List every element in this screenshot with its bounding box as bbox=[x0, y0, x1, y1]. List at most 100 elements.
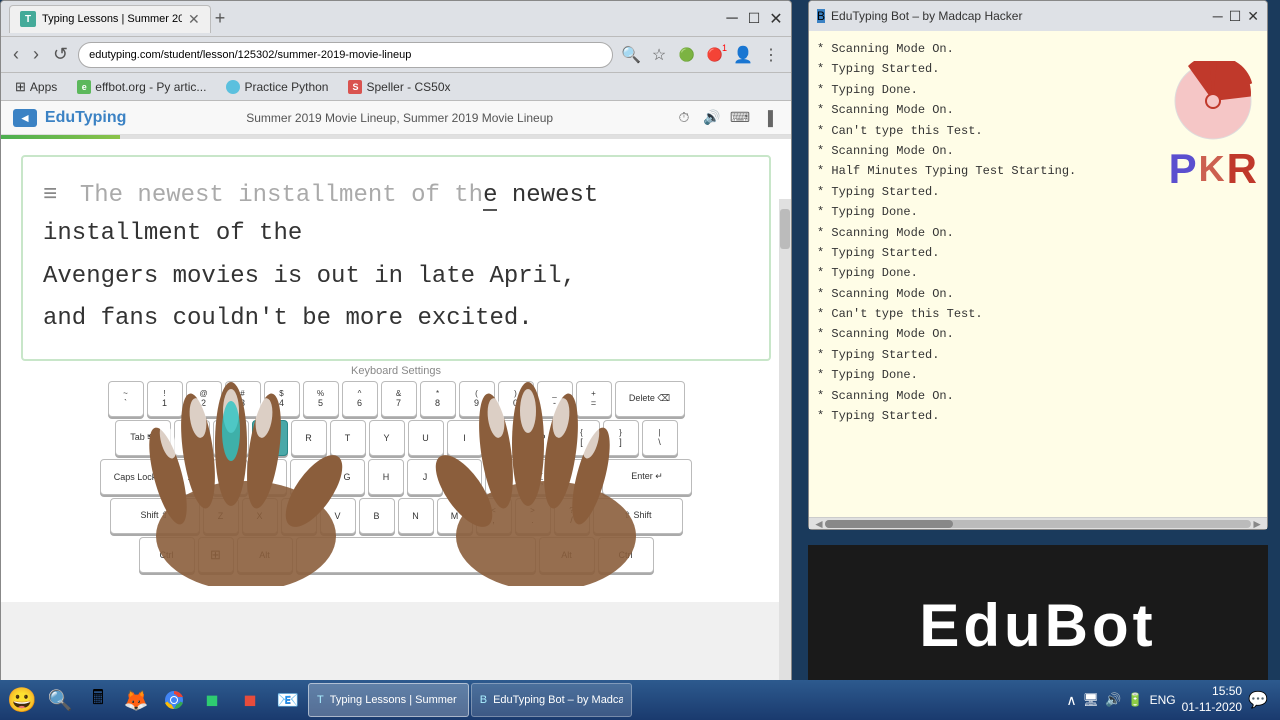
taskbar-start-btn[interactable]: 😀 bbox=[4, 682, 40, 718]
key-6[interactable]: ^6 bbox=[342, 381, 378, 417]
key-d[interactable]: D bbox=[251, 459, 287, 495]
key-shift-right[interactable]: ⇧ Shift bbox=[593, 498, 683, 534]
edu-back-btn[interactable]: ◄ bbox=[13, 109, 37, 127]
key-alt-right[interactable]: Alt bbox=[539, 537, 595, 573]
taskbar-codeblocks[interactable]: ◼ bbox=[194, 682, 230, 718]
key-a[interactable]: A bbox=[173, 459, 209, 495]
key-1[interactable]: !1 bbox=[147, 381, 183, 417]
key-2[interactable]: @2 bbox=[186, 381, 222, 417]
keyboard-settings-link[interactable]: Keyboard Settings bbox=[21, 365, 771, 377]
key-c[interactable]: C bbox=[281, 498, 317, 534]
bookmark-effbot[interactable]: e effbot.org - Py artic... bbox=[71, 78, 212, 96]
ext-icon1[interactable]: 🟢 bbox=[675, 43, 699, 67]
keyboard-settings-label[interactable]: Keyboard Settings bbox=[351, 365, 441, 377]
key-3[interactable]: #3 bbox=[225, 381, 261, 417]
key-capslock[interactable]: Caps Lock bbox=[100, 459, 170, 495]
edu-sound-icon[interactable]: 🔊 bbox=[701, 107, 723, 129]
key-period[interactable]: >. bbox=[515, 498, 551, 534]
key-h[interactable]: H bbox=[368, 459, 404, 495]
key-o[interactable]: O bbox=[486, 420, 522, 456]
edubot-maximize-btn[interactable]: ☐ bbox=[1229, 8, 1242, 25]
key-v[interactable]: V bbox=[320, 498, 356, 534]
close-btn[interactable]: ✕ bbox=[769, 12, 783, 26]
maximize-btn[interactable]: ☐ bbox=[747, 12, 761, 26]
key-backslash[interactable]: |\ bbox=[642, 420, 678, 456]
edu-nav-back[interactable]: ◄ bbox=[13, 109, 37, 127]
edubot-scrollbar[interactable] bbox=[825, 520, 1251, 528]
browser-scrollbar[interactable] bbox=[779, 199, 791, 689]
key-equals[interactable]: += bbox=[576, 381, 612, 417]
key-p[interactable]: P bbox=[525, 420, 561, 456]
new-tab-button[interactable]: + bbox=[215, 8, 226, 29]
key-minus[interactable]: _- bbox=[537, 381, 573, 417]
key-space[interactable] bbox=[296, 537, 536, 573]
address-bar[interactable] bbox=[78, 42, 613, 68]
key-tilde[interactable]: ~` bbox=[108, 381, 144, 417]
edu-timer-icon[interactable]: ⏱ bbox=[673, 107, 695, 129]
key-j[interactable]: J bbox=[407, 459, 443, 495]
key-u[interactable]: U bbox=[408, 420, 444, 456]
key-l[interactable]: L bbox=[485, 459, 521, 495]
taskbar-app-red[interactable]: ◼ bbox=[232, 682, 268, 718]
taskbar-window-edubot[interactable]: B EduTyping Bot – by Madcap Ha... bbox=[471, 683, 632, 717]
typing-area[interactable]: ≡ The newest installment of the newest i… bbox=[1, 139, 791, 602]
key-t[interactable]: T bbox=[330, 420, 366, 456]
key-rbracket[interactable]: }] bbox=[603, 420, 639, 456]
key-slash[interactable]: ?/ bbox=[554, 498, 590, 534]
key-8[interactable]: *8 bbox=[420, 381, 456, 417]
key-lbracket[interactable]: {[ bbox=[564, 420, 600, 456]
browser-tab-active[interactable]: T Typing Lessons | Summer 2019 ... ✕ bbox=[9, 5, 211, 33]
tray-battery-icon[interactable]: 🔋 bbox=[1127, 692, 1143, 708]
key-semicolon[interactable]: :; bbox=[524, 459, 560, 495]
key-tab[interactable]: Tab ↹ bbox=[115, 420, 171, 456]
key-e[interactable]: E bbox=[252, 420, 288, 456]
key-z[interactable]: Z bbox=[203, 498, 239, 534]
key-alt-left[interactable]: Alt bbox=[237, 537, 293, 573]
key-r[interactable]: R bbox=[291, 420, 327, 456]
bookmark-python[interactable]: Practice Python bbox=[220, 78, 334, 96]
key-b[interactable]: B bbox=[359, 498, 395, 534]
back-button[interactable]: ‹ bbox=[9, 42, 23, 67]
ext-icon2[interactable]: 🔴1 bbox=[703, 43, 727, 67]
tray-notification-icon[interactable]: 💬 bbox=[1248, 690, 1268, 710]
ext-icon3[interactable]: 👤 bbox=[731, 43, 755, 67]
key-delete[interactable]: Delete ⌫ bbox=[615, 381, 685, 417]
key-n[interactable]: N bbox=[398, 498, 434, 534]
key-0[interactable]: )0 bbox=[498, 381, 534, 417]
menu-icon[interactable]: ⋮ bbox=[759, 43, 783, 67]
edubot-scroll-left[interactable]: ◄ bbox=[813, 517, 825, 531]
key-ctrl-right[interactable]: Ctrl bbox=[598, 537, 654, 573]
zoom-icon[interactable]: 🔍 bbox=[619, 43, 643, 67]
edubot-scrollbar-area[interactable]: ◄ ► bbox=[809, 517, 1267, 529]
key-comma[interactable]: <, bbox=[476, 498, 512, 534]
key-4[interactable]: $4 bbox=[264, 381, 300, 417]
tab-close-btn[interactable]: ✕ bbox=[188, 11, 200, 28]
key-7[interactable]: &7 bbox=[381, 381, 417, 417]
key-f[interactable]: F bbox=[290, 459, 326, 495]
bookmark-icon[interactable]: ☆ bbox=[647, 43, 671, 67]
taskbar-calculator[interactable]: 🖩 bbox=[80, 682, 116, 718]
key-quote[interactable]: "' bbox=[563, 459, 599, 495]
key-k[interactable]: K bbox=[446, 459, 482, 495]
key-5[interactable]: %5 bbox=[303, 381, 339, 417]
taskbar-email[interactable]: 📧 bbox=[270, 682, 306, 718]
edu-keyboard-icon[interactable]: ⌨ bbox=[729, 107, 751, 129]
key-s[interactable]: S bbox=[212, 459, 248, 495]
key-win[interactable]: ⊞ bbox=[198, 537, 234, 573]
edubot-close-btn[interactable]: ✕ bbox=[1247, 8, 1259, 25]
taskbar-window-browser[interactable]: T Typing Lessons | Summer 2019 bbox=[308, 683, 469, 717]
key-9[interactable]: (9 bbox=[459, 381, 495, 417]
key-x[interactable]: X bbox=[242, 498, 278, 534]
bookmark-speller[interactable]: S Speller - CS50x bbox=[342, 78, 456, 96]
key-ctrl-left[interactable]: Ctrl bbox=[139, 537, 195, 573]
minimize-btn[interactable]: ─ bbox=[725, 12, 739, 26]
forward-button[interactable]: › bbox=[29, 42, 43, 67]
tray-sound-icon[interactable]: 🔊 bbox=[1105, 692, 1121, 708]
key-m[interactable]: M bbox=[437, 498, 473, 534]
key-enter[interactable]: Enter ↵ bbox=[602, 459, 692, 495]
taskbar-chrome[interactable] bbox=[156, 682, 192, 718]
bookmark-apps[interactable]: ⊞ Apps bbox=[9, 77, 63, 97]
taskbar-search[interactable]: 🔍 bbox=[42, 682, 78, 718]
taskbar-firefox[interactable]: 🦊 bbox=[118, 682, 154, 718]
edubot-minimize-btn[interactable]: ─ bbox=[1213, 8, 1223, 25]
